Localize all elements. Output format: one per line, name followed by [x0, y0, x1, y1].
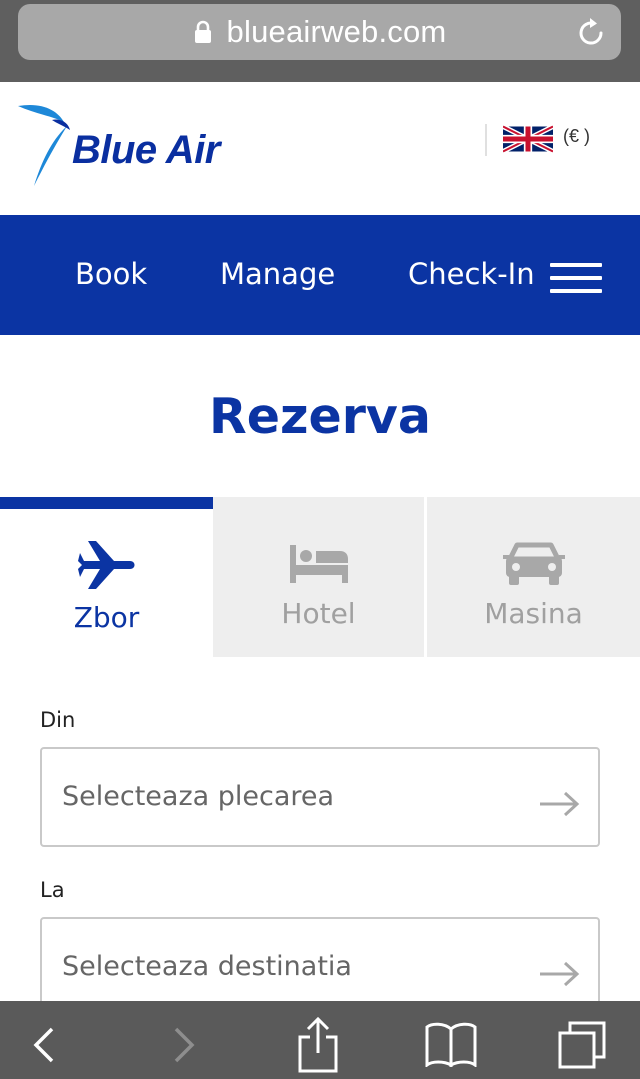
- uk-flag-icon[interactable]: [501, 124, 555, 154]
- to-label: La: [40, 878, 65, 902]
- divider: [485, 124, 487, 156]
- logo-text: Blue Air: [72, 128, 220, 172]
- site-header: Blue Air (€ ): [0, 82, 640, 215]
- reload-icon[interactable]: [575, 16, 607, 48]
- back-icon[interactable]: [32, 1025, 56, 1069]
- arrow-right-icon: [538, 791, 580, 817]
- share-icon[interactable]: [296, 1015, 340, 1077]
- tab-hotel-label: Hotel: [281, 597, 356, 630]
- currency-label[interactable]: (€ ): [563, 126, 590, 147]
- tab-car-label: Masina: [484, 597, 583, 630]
- nav-manage[interactable]: Manage: [220, 257, 335, 291]
- bed-icon: [288, 543, 350, 589]
- from-field[interactable]: Selecteaza plecarea: [40, 747, 600, 847]
- lock-icon: [193, 20, 213, 44]
- bookmarks-icon[interactable]: [424, 1021, 478, 1071]
- forward-icon[interactable]: [172, 1025, 196, 1069]
- booking-tabs: Zbor Hotel Masina: [0, 497, 640, 657]
- tab-car[interactable]: Masina: [427, 497, 640, 657]
- tab-hotel[interactable]: Hotel: [213, 497, 426, 657]
- blue-air-logo[interactable]: Blue Air: [12, 100, 312, 190]
- page-title: Rezerva: [209, 388, 431, 445]
- tab-flight-label: Zbor: [73, 601, 140, 634]
- address-bar[interactable]: blueairweb.com: [18, 4, 621, 60]
- to-placeholder: Selecteaza destinatia: [62, 951, 352, 982]
- tab-flight[interactable]: Zbor: [0, 497, 213, 657]
- browser-top-bar: blueairweb.com: [0, 0, 640, 82]
- arrow-right-icon: [538, 961, 580, 987]
- nav-check-in[interactable]: Check-In: [408, 257, 535, 291]
- airplane-icon: [76, 539, 138, 595]
- car-icon: [502, 541, 565, 591]
- browser-toolbar: [0, 1001, 640, 1079]
- url-text: blueairweb.com: [226, 14, 447, 49]
- hamburger-menu-icon[interactable]: [550, 263, 602, 293]
- main-nav: Book Manage Check-In: [0, 215, 640, 335]
- nav-book[interactable]: Book: [75, 257, 147, 291]
- tabs-icon[interactable]: [556, 1019, 608, 1075]
- from-placeholder: Selecteaza plecarea: [62, 781, 335, 812]
- from-label: Din: [40, 708, 76, 732]
